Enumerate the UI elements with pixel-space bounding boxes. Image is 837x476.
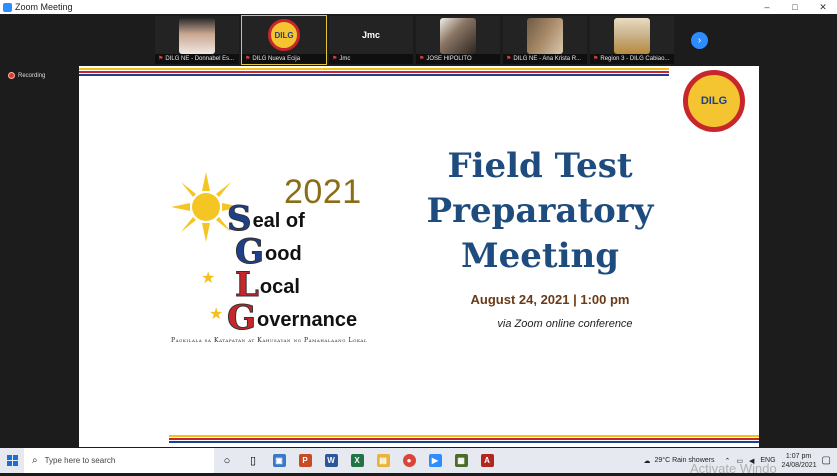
- zoom-app-icon: [3, 2, 12, 12]
- recording-label: Recording: [18, 72, 46, 79]
- recording-indicator[interactable]: Recording: [8, 72, 45, 79]
- participant-tile[interactable]: ⚑ Region 3 - DILG Cabiao...: [590, 16, 674, 64]
- zoom-taskbar-icon[interactable]: ▶: [422, 448, 448, 473]
- participant-video: [527, 18, 563, 54]
- participant-tile[interactable]: ⚑ DILG NE - Ana Krista R...: [503, 16, 587, 64]
- dilg-logo-text: DILG: [700, 95, 728, 107]
- participant-name: Region 3 - DILG Cabiao...: [600, 56, 670, 62]
- sgl-letter: G: [234, 232, 265, 272]
- powerpoint-icon[interactable]: P: [292, 448, 318, 473]
- participant-tile-active[interactable]: DILG ⚑ DILG Nueva Ecija: [241, 15, 327, 65]
- windows-logo-icon: [6, 455, 18, 466]
- slide-stripe: [79, 71, 669, 73]
- task-view-icon[interactable]: ▯: [240, 448, 266, 473]
- mic-muted-icon: ⚑: [419, 56, 425, 62]
- title-bar: Zoom Meeting – □ ✕: [0, 0, 837, 14]
- slide-title-line: Meeting: [460, 236, 619, 276]
- slide-stripe: [169, 438, 759, 440]
- maximize-button[interactable]: □: [781, 0, 809, 14]
- sgl-word: eal of: [252, 210, 305, 232]
- sgl-letter: S: [227, 199, 253, 239]
- word-icon[interactable]: W: [318, 448, 344, 473]
- shared-slide: DILG 2021 S eal of G ood L ocal G overna…: [79, 66, 759, 447]
- mic-muted-icon: ⚑: [506, 56, 512, 62]
- slide-stripe: [79, 74, 669, 76]
- clock-date: 24/08/2021: [781, 461, 817, 469]
- slide-title-line: Field Test: [447, 146, 633, 186]
- search-icon: ⌕: [32, 455, 38, 466]
- close-button[interactable]: ✕: [809, 0, 837, 14]
- participant-name: JOSE HIPOLITO: [426, 56, 472, 62]
- clock-time: 1:07 pm: [785, 452, 812, 460]
- participant-name: DILG NE - Ana Krista R...: [513, 56, 582, 62]
- participant-tile[interactable]: Jmc ⚑ Jmc: [329, 16, 413, 64]
- slide-title: Field Test Preparatory Meeting: [395, 144, 685, 279]
- photos-icon[interactable]: ▣: [266, 448, 292, 473]
- sgl-word: ood: [265, 243, 302, 265]
- minimize-button[interactable]: –: [753, 0, 781, 14]
- participant-video: [614, 18, 650, 54]
- app-icon[interactable]: ▦: [448, 448, 474, 473]
- taskbar-clock[interactable]: 1:07 pm 24/08/2021: [781, 452, 817, 470]
- mic-muted-icon: ⚑: [593, 56, 599, 62]
- participant-video: [440, 18, 476, 54]
- window-title: Zoom Meeting: [15, 2, 73, 12]
- mic-muted-icon: ⚑: [245, 56, 251, 62]
- seal-tagline: Pagkilala sa Katapatan at Kahusayan ng P…: [171, 337, 368, 344]
- participant-tile[interactable]: ⚑ DILG NE - Donnabel Es...: [155, 16, 239, 64]
- slide-stripe: [79, 68, 669, 70]
- chrome-icon[interactable]: ●: [396, 448, 422, 473]
- sgl-letter: G: [226, 298, 257, 338]
- sgl-word: ocal: [259, 276, 300, 298]
- participant-tile[interactable]: ⚑ JOSE HIPOLITO: [416, 16, 500, 64]
- slide-stripe: [169, 441, 759, 443]
- sgl-word: overnance: [257, 309, 358, 331]
- file-explorer-icon[interactable]: ▤: [370, 448, 396, 473]
- sgl-letter: L: [235, 265, 260, 305]
- meeting-venue: via Zoom online conference: [497, 318, 633, 330]
- dilg-seal-logo: DILG: [683, 70, 745, 132]
- mic-muted-icon: ⚑: [332, 56, 338, 62]
- participant-name: DILG Nueva Ecija: [252, 56, 301, 62]
- search-placeholder: Type here to search: [44, 456, 116, 465]
- zoom-window: Zoom Meeting – □ ✕ ⚑ DILG NE - Donnabel E…: [0, 0, 837, 476]
- next-page-icon[interactable]: ›: [691, 32, 708, 49]
- participant-video: [179, 18, 215, 54]
- activate-windows-watermark: Activate Windo: [690, 461, 777, 476]
- start-button[interactable]: [0, 448, 24, 473]
- meeting-date: August 24, 2021 | 1:00 pm: [470, 292, 630, 307]
- acrobat-icon[interactable]: A: [474, 448, 500, 473]
- participant-name: Jmc: [339, 56, 351, 62]
- notification-icon[interactable]: ▢: [822, 455, 831, 466]
- slide-title-line: Preparatory: [426, 191, 654, 231]
- weather-icon: ☁: [643, 457, 651, 465]
- mic-muted-icon: ⚑: [158, 56, 164, 62]
- participant-name-placeholder: Jmc: [361, 30, 380, 40]
- star-icon: ★: [201, 270, 216, 287]
- dilg-logo-icon: DILG: [268, 19, 300, 51]
- participant-name: DILG NE - Donnabel Es...: [165, 56, 235, 62]
- excel-icon[interactable]: X: [344, 448, 370, 473]
- star-icon: ★: [209, 306, 224, 323]
- taskbar-search[interactable]: ⌕ Type here to search: [24, 448, 214, 473]
- slide-stripe: [169, 435, 759, 437]
- record-icon: [8, 72, 15, 79]
- cortana-icon[interactable]: ○: [214, 448, 240, 473]
- participant-strip: ⚑ DILG NE - Donnabel Es... DILG ⚑ DILG Nue…: [0, 14, 837, 66]
